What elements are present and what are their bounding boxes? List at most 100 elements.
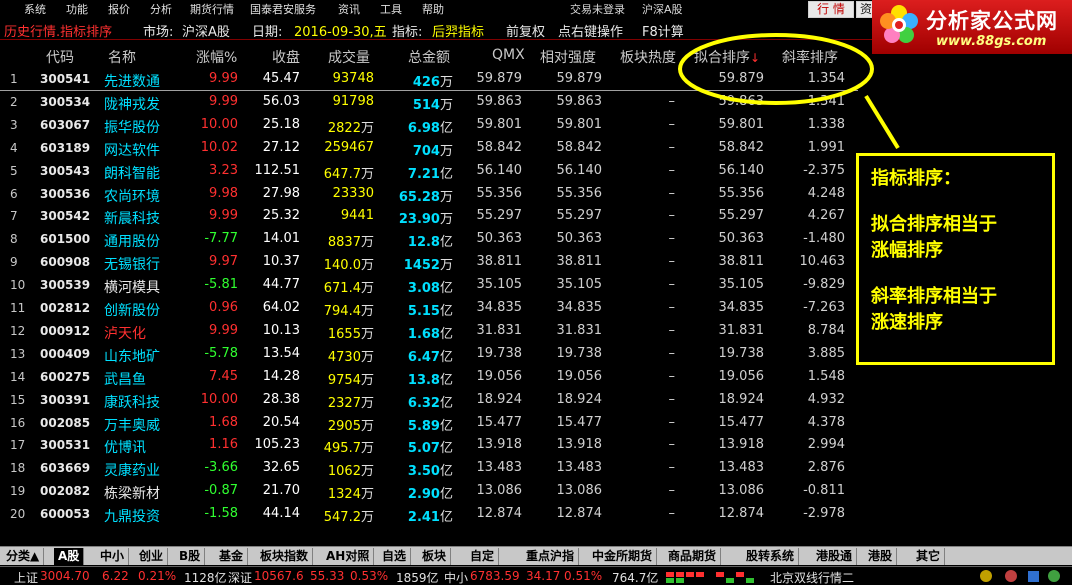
table-row[interactable]: 3 603067 振华股份 10.00 25.18 2822万 6.98亿 59.801 59.… <box>0 114 860 137</box>
table-row[interactable]: 16 002085 万丰奥威 1.68 20.54 2905万 5.89亿 15.477 15.… <box>0 412 860 435</box>
stock-code: 002082 <box>40 484 91 499</box>
f8-calc[interactable]: F8计算 <box>642 21 684 40</box>
table-row[interactable]: 11 002812 创新股份 0.96 64.02 794.4万 5.15亿 34.835 34… <box>0 297 860 320</box>
table-row[interactable]: 14 600275 武昌鱼 7.45 14.28 9754万 13.8亿 19.056 19.0… <box>0 366 860 389</box>
table-row[interactable]: 2 300534 陇神戎发 9.99 56.03 91798 514万 59.863 59.86… <box>0 91 860 114</box>
table-row[interactable]: 5 300543 朗科智能 3.23 112.51 647.7万 7.21亿 56.140 56… <box>0 160 860 183</box>
table-row[interactable]: 17 300531 优博讯 1.16 105.23 495.7万 5.07亿 13.918 13… <box>0 434 860 457</box>
tab-3[interactable]: 创业 <box>135 548 169 565</box>
tab-17[interactable]: 其它 <box>912 548 946 565</box>
amount-unit: 万 <box>439 189 453 205</box>
tab-13[interactable]: 商品期货 <box>664 548 722 565</box>
tab-14[interactable]: 股转系统 <box>742 548 800 565</box>
menu-analysis[interactable]: 分析 <box>150 1 172 17</box>
col-close[interactable]: 收盘 <box>272 47 300 67</box>
tab-9[interactable]: 板块 <box>418 548 452 565</box>
tab-12[interactable]: 中金所期货 <box>588 548 658 565</box>
amount-value: 5.89 <box>407 418 440 434</box>
adjust-mode[interactable]: 前复权 <box>506 21 545 40</box>
col-change-pct[interactable]: 涨幅% <box>196 47 237 67</box>
tab-16[interactable]: 港股 <box>864 548 898 565</box>
row-index: 14 <box>10 369 26 384</box>
table-row[interactable]: 20 600053 九鼎投资 -1.58 44.14 547.2万 2.41亿 12.874 1… <box>0 503 860 526</box>
trade-login-status[interactable]: 交易未登录 <box>570 1 625 17</box>
amount-value: 6.98 <box>407 120 440 136</box>
stock-name: 横河模具 <box>104 280 160 297</box>
fit-sort-value: 19.056 <box>718 368 765 384</box>
tab-11[interactable]: 重点沪指 <box>522 548 580 565</box>
table-row[interactable]: 10 300539 横河模具 -5.81 44.77 671.4万 3.08亿 35.105 3… <box>0 274 860 297</box>
stock-name: 武昌鱼 <box>104 371 146 388</box>
sh-index-value[interactable]: 3004.70 <box>40 569 90 583</box>
market-selector[interactable]: 沪深A股 <box>642 1 683 17</box>
sector-heat: – <box>668 208 676 224</box>
col-relative-strength[interactable]: 相对强度 <box>540 47 596 67</box>
menu-help[interactable]: 帮助 <box>422 1 444 17</box>
table-row[interactable]: 13 000409 山东地矿 -5.78 13.54 4730万 6.47亿 19.738 19… <box>0 343 860 366</box>
tab-7[interactable]: AH对照 <box>322 548 375 565</box>
menu-system[interactable]: 系统 <box>24 1 46 17</box>
zx-index-value[interactable]: 6783.59 <box>470 569 520 583</box>
stock-code: 300539 <box>40 278 91 293</box>
col-code[interactable]: 代码 <box>46 47 74 67</box>
table-row[interactable]: 1 300541 先进数通 9.99 45.47 93748 426万 59.879 59.87… <box>0 68 860 91</box>
menu-news[interactable]: 资讯 <box>338 1 360 17</box>
volume-value: 647.7 <box>323 166 361 182</box>
change-pct: 3.23 <box>209 162 238 178</box>
menu-gtja-service[interactable]: 国泰君安服务 <box>250 1 316 17</box>
table-row[interactable]: 8 601500 通用股份 -7.77 14.01 8837万 12.8亿 50.363 50.… <box>0 228 860 251</box>
qmx-value: 55.297 <box>476 208 523 224</box>
annotation-line1a: 拟合排序相当于 <box>871 214 997 235</box>
sort-desc-icon: ↓ <box>750 51 761 65</box>
table-row[interactable]: 19 002082 栋梁新材 -0.87 21.70 1324万 2.90亿 13.086 13… <box>0 480 860 503</box>
table-row[interactable]: 18 603669 灵康药业 -3.66 32.65 1062万 3.50亿 13.483 13… <box>0 457 860 480</box>
date-value[interactable]: 2016-09-30,五 <box>294 21 387 40</box>
col-qmx[interactable]: QMX <box>492 47 525 63</box>
tab-8[interactable]: 自选 <box>378 548 412 565</box>
col-slope-sort[interactable]: 斜率排序 <box>782 47 838 67</box>
tab-4[interactable]: B股 <box>175 548 206 565</box>
slope-sort-value: 1.548 <box>807 368 845 384</box>
table-row[interactable]: 15 300391 康跃科技 10.00 28.38 2327万 6.32亿 18.924 18… <box>0 389 860 412</box>
tab-0[interactable]: 分类▲ <box>2 548 45 565</box>
col-volume[interactable]: 成交量 <box>328 47 370 67</box>
tab-1[interactable]: A股 <box>54 548 85 565</box>
tab-2[interactable]: 中小 <box>96 548 130 565</box>
row-index: 10 <box>10 278 26 293</box>
category-tabs: 分类▲ A股 中小 创业 B股 基金 板块指数 AH对照 自选 板块 自定 重点沪指 中金所期货 商品期货… <box>0 546 1072 565</box>
sz-index-value[interactable]: 10567.6 <box>254 569 304 583</box>
menu-quote[interactable]: 报价 <box>108 1 130 17</box>
tab-6[interactable]: 板块指数 <box>256 548 314 565</box>
volume: 23330 <box>333 186 374 201</box>
col-name[interactable]: 名称 <box>108 47 136 67</box>
tab-10[interactable]: 自定 <box>466 548 500 565</box>
menu-futures[interactable]: 期货行情 <box>190 1 234 17</box>
col-fit-sort[interactable]: 拟合排序↓ <box>694 47 760 67</box>
close-price: 56.03 <box>262 93 300 109</box>
table-row[interactable]: 7 300542 新晨科技 9.99 25.32 9441 23.90万 55.297 55.2… <box>0 205 860 228</box>
tab-5[interactable]: 基金 <box>215 548 249 565</box>
change-pct: 1.68 <box>209 414 238 430</box>
table-row[interactable]: 12 000912 泸天化 9.99 10.13 1655万 1.68亿 31.831 31.8… <box>0 320 860 343</box>
table-row[interactable]: 9 600908 无锡银行 9.97 10.37 140.0万 1452万 38.811 38.… <box>0 251 860 274</box>
volume: 4730万 <box>328 346 374 365</box>
amount: 7.21亿 <box>408 163 453 182</box>
quote-button[interactable]: 行 情 <box>808 1 854 18</box>
indicator-label: 指标: <box>392 25 423 40</box>
globe-icon <box>1048 570 1060 582</box>
menu-tools[interactable]: 工具 <box>380 1 402 17</box>
col-sector-heat[interactable]: 板块热度 <box>620 47 676 67</box>
fit-sort-value: 55.297 <box>718 208 765 224</box>
amount-value: 5.15 <box>407 304 440 319</box>
table-row[interactable]: 6 300536 农尚环境 9.98 27.98 23330 65.28万 55.356 55.… <box>0 183 860 206</box>
server-name[interactable]: 北京双线行情二 <box>770 569 854 585</box>
volume-value: 9754 <box>327 372 361 388</box>
table-row[interactable]: 4 603189 网达软件 10.02 27.12 259467 704万 58.842 58.… <box>0 137 860 160</box>
col-amount[interactable]: 总金额 <box>408 47 450 67</box>
indicator-value[interactable]: 后羿指标 <box>432 21 484 40</box>
tab-15[interactable]: 港股通 <box>812 548 858 565</box>
stock-code: 000409 <box>40 346 91 361</box>
volume-unit: 万 <box>360 441 374 457</box>
menu-function[interactable]: 功能 <box>66 1 88 17</box>
amount-unit: 亿 <box>439 464 453 480</box>
